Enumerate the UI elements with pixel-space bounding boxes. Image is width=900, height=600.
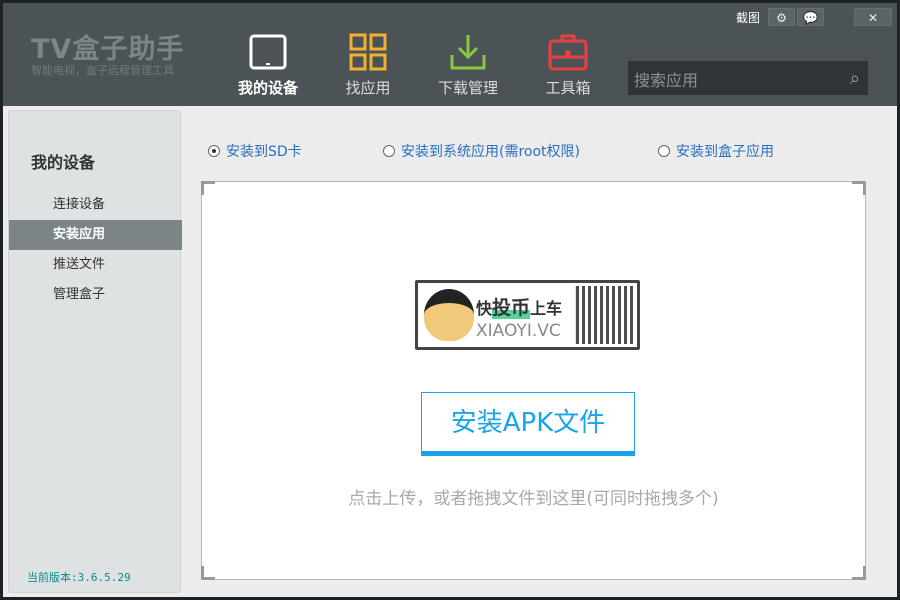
- radio[interactable]: [383, 145, 395, 157]
- app-slogan: 智能电视，盒子远程管理工具: [31, 64, 174, 77]
- close-button[interactable]: ✕: [854, 8, 892, 26]
- sidebar-item-push-files[interactable]: 推送文件: [9, 250, 182, 280]
- radio-checked[interactable]: [208, 145, 220, 157]
- version-label: 当前版本:3.6.5.29: [27, 571, 131, 584]
- option-label: 安装到SD卡: [226, 144, 302, 160]
- qr-code-icon: [575, 286, 633, 344]
- feedback-icon[interactable]: 💬: [797, 8, 824, 26]
- option-sd-card[interactable]: 安装到SD卡: [208, 141, 302, 161]
- search-placeholder: 搜索应用: [634, 71, 699, 90]
- tv-icon: [249, 34, 287, 70]
- window-controls: 截图 ⚙ 💬 ✕: [736, 8, 897, 26]
- download-icon: [450, 35, 486, 70]
- option-label: 安装到盒子应用: [676, 144, 774, 160]
- radio[interactable]: [658, 145, 670, 157]
- sidebar-item-install[interactable]: 安装应用: [9, 220, 182, 250]
- sidebar-title: 我的设备: [31, 153, 96, 172]
- search-input[interactable]: 搜索应用 ⌕: [628, 61, 868, 95]
- option-system-app[interactable]: 安装到系统应用(需root权限): [383, 141, 580, 161]
- search-icon[interactable]: ⌕: [850, 68, 860, 89]
- watermark-banner: 快投币上车 XIAOYI.VC: [415, 280, 640, 350]
- toolbox-icon: [548, 34, 588, 71]
- nav-toolbox[interactable]: 工具箱: [523, 3, 613, 106]
- app-window: TV盒子助手 智能电视，盒子远程管理工具 我的设备 找应用 下载管理 工具箱 截…: [3, 3, 897, 597]
- banner-slogan: 快投币上车: [476, 297, 563, 319]
- header: TV盒子助手 智能电视，盒子远程管理工具 我的设备 找应用 下载管理 工具箱 截…: [3, 3, 897, 106]
- screenshot-button[interactable]: 截图: [736, 9, 760, 26]
- app-logo: TV盒子助手: [31, 34, 185, 65]
- sidebar: 我的设备 连接设备 安装应用 推送文件 管理盒子 当前版本:3.6.5.29: [8, 110, 182, 593]
- nav-label: 工具箱: [545, 79, 591, 97]
- nav-label: 下载管理: [437, 79, 498, 97]
- nav-label: 我的设备: [237, 79, 298, 97]
- install-apk-button[interactable]: 安装APK文件: [421, 392, 635, 456]
- upload-hint: 点击上传，或者拖拽文件到这里(可同时拖拽多个): [348, 489, 719, 509]
- drop-zone[interactable]: 快投币上车 XIAOYI.VC 安装APK文件 点击上传，或者拖拽文件到这里(可…: [201, 181, 866, 580]
- nav-downloads[interactable]: 下载管理: [423, 3, 513, 106]
- avatar-cartoon: [424, 289, 474, 341]
- nav-my-devices[interactable]: 我的设备: [223, 3, 313, 106]
- sidebar-item-connect[interactable]: 连接设备: [9, 190, 182, 220]
- settings-gear-icon[interactable]: ⚙: [768, 8, 795, 26]
- option-box-app[interactable]: 安装到盒子应用: [658, 141, 774, 161]
- banner-site: XIAOYI.VC: [476, 321, 561, 341]
- nav-find-apps[interactable]: 找应用: [323, 3, 413, 106]
- option-label: 安装到系统应用(需root权限): [401, 144, 580, 160]
- nav-label: 找应用: [345, 79, 391, 97]
- sidebar-item-manage[interactable]: 管理盒子: [9, 280, 182, 310]
- apps-grid-icon: [349, 33, 387, 71]
